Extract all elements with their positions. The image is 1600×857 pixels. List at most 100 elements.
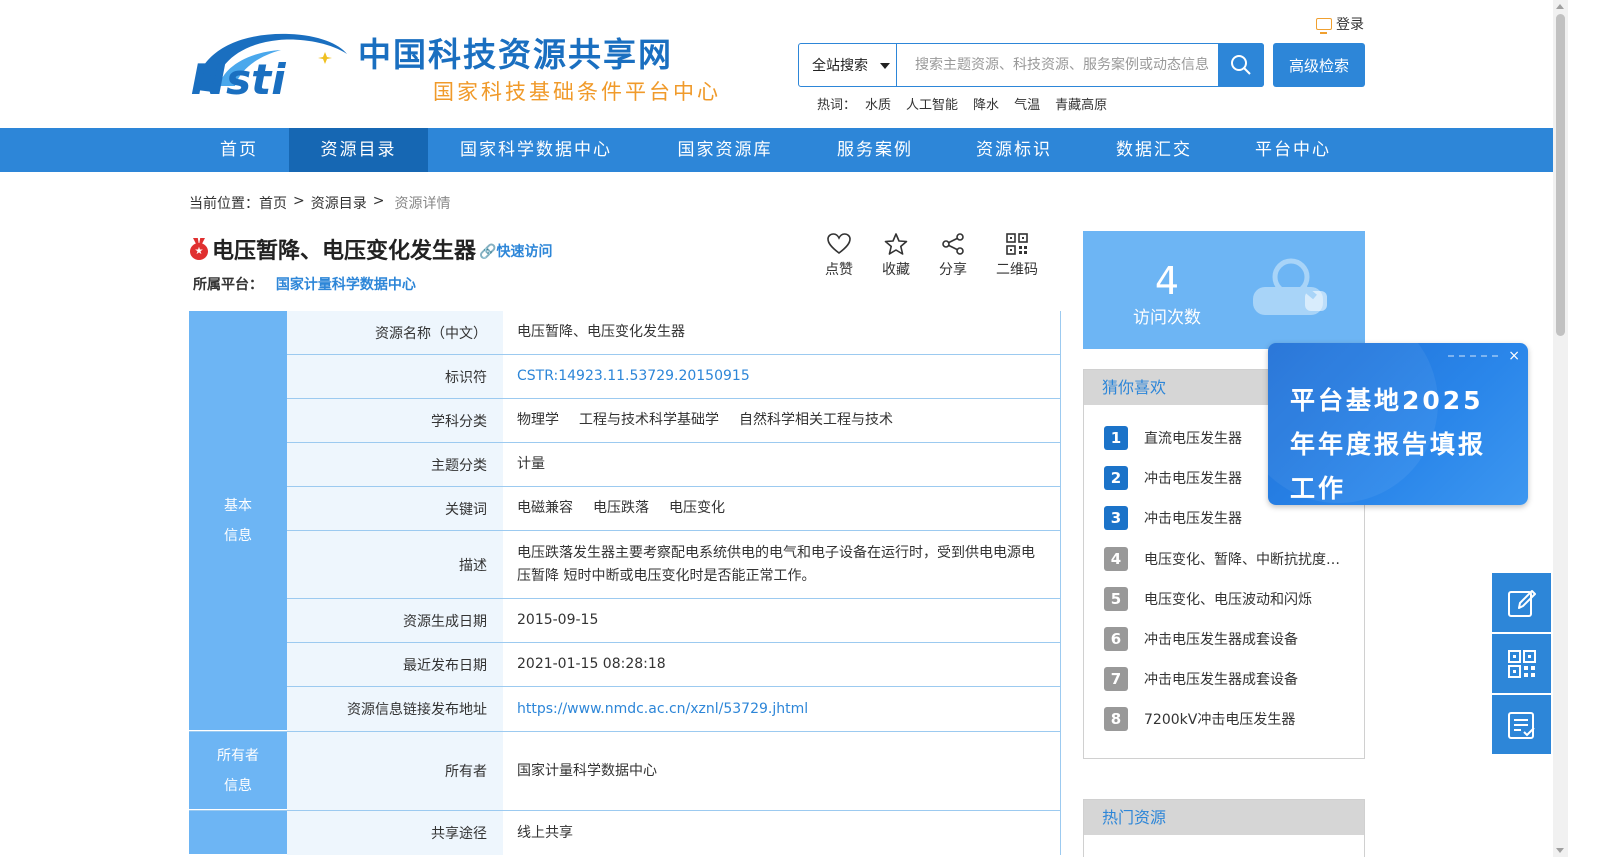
breadcrumb-home[interactable]: 首页 bbox=[259, 193, 287, 213]
hotword-item[interactable]: 降水 bbox=[973, 94, 999, 113]
site-title: 中国科技资源共享网 bbox=[358, 35, 673, 74]
list-item[interactable]: 5 电压变化、电压波动和闪烁 bbox=[1104, 587, 1340, 611]
list-item-text: 冲击电压发生器成套设备 bbox=[1144, 632, 1298, 648]
scroll-down-icon[interactable] bbox=[1556, 848, 1564, 853]
hotword-item[interactable]: 青藏高原 bbox=[1055, 94, 1107, 113]
nav-item-platform-center[interactable]: 平台中心 bbox=[1232, 128, 1354, 172]
header: Nsti 中国科技资源共享网 国家科技基础条件平台中心 登录 全站搜索 高级检索… bbox=[0, 0, 1584, 128]
list-item[interactable]: 7 冲击电压发生器成套设备 bbox=[1104, 667, 1340, 691]
hotword-item[interactable]: 水质 bbox=[865, 94, 891, 113]
row-value: 电压跌落发生器主要考察配电系统供电的电气和电子设备在运行时，受到供电电源电压暂降… bbox=[503, 531, 1061, 598]
rank-badge: 4 bbox=[1104, 547, 1128, 571]
row-label: 资源信息链接发布地址 bbox=[287, 687, 503, 731]
announcement-popup[interactable]: × 平台基地2025年年度报告填报工作 bbox=[1268, 343, 1528, 505]
share-button[interactable]: 分享 bbox=[928, 233, 978, 279]
favorite-label: 收藏 bbox=[882, 262, 910, 278]
site-subtitle: 国家科技基础条件平台中心 bbox=[433, 80, 721, 104]
nav-item-data-collection[interactable]: 数据汇交 bbox=[1093, 128, 1215, 172]
list-item[interactable]: 3 冲击电压发生器 bbox=[1104, 506, 1340, 530]
table-row: 资源信息链接发布地址 https://www.nmdc.ac.cn/xznl/5… bbox=[287, 687, 1061, 731]
survey-button[interactable] bbox=[1492, 695, 1551, 754]
list-item-text: 电压变化、电压波动和闪烁 bbox=[1144, 592, 1312, 608]
group-label-line: 基本 bbox=[224, 497, 252, 514]
rank-badge: 8 bbox=[1104, 707, 1128, 731]
scrollbar-thumb[interactable] bbox=[1556, 14, 1565, 336]
list-item[interactable]: 6 冲击电压发生器成套设备 bbox=[1104, 627, 1340, 651]
row-label: 学科分类 bbox=[287, 399, 503, 442]
table-row: 资源名称（中文） 电压暂降、电压变化发生器 bbox=[287, 311, 1061, 355]
advanced-search-button[interactable]: 高级检索 bbox=[1273, 43, 1365, 87]
resource-info-table: 基本 信息 资源名称（中文） 电压暂降、电压变化发生器 标识符 CSTR:149… bbox=[189, 311, 1061, 855]
subject-tag: 工程与技术科学基础学 bbox=[579, 412, 719, 428]
subject-tag: 自然科学相关工程与技术 bbox=[739, 412, 893, 428]
main-nav: 首页 资源目录 国家科学数据中心 国家资源库 服务案例 资源标识 数据汇交 平台… bbox=[0, 128, 1553, 172]
row-label: 描述 bbox=[287, 531, 503, 598]
platform-name-link[interactable]: 国家计量科学数据中心 bbox=[276, 277, 416, 293]
list-item[interactable]: 8 7200kV冲击电压发生器 bbox=[1104, 707, 1340, 731]
list-item-text: 冲击电压发生器成套设备 bbox=[1144, 672, 1298, 688]
nstl-logo[interactable]: Nsti bbox=[189, 30, 351, 98]
resource-title-bar: ★ 电压暂降、电压变化发生器 🔗快速访问 bbox=[189, 233, 552, 265]
row-value: 计量 bbox=[503, 443, 1061, 486]
qrcode-label: 二维码 bbox=[996, 262, 1038, 278]
resource-url-link[interactable]: https://www.nmdc.ac.cn/xznl/53729.jhtml bbox=[503, 687, 1061, 731]
row-value: 2021-01-15 08:28:18 bbox=[503, 643, 1061, 686]
table-row: 共享途径 线上共享 bbox=[287, 811, 1061, 855]
nav-item-resource-id[interactable]: 资源标识 bbox=[953, 128, 1075, 172]
announcement-text: 平台基地2025年年度报告填报工作 bbox=[1290, 386, 1487, 503]
share-label: 分享 bbox=[939, 262, 967, 278]
share-icon bbox=[942, 233, 964, 255]
qrcode-button[interactable]: 二维码 bbox=[992, 233, 1042, 279]
close-icon[interactable]: × bbox=[1508, 348, 1520, 364]
feedback-button[interactable] bbox=[1492, 573, 1551, 632]
nav-item-home[interactable]: 首页 bbox=[189, 128, 289, 172]
login-label: 登录 bbox=[1336, 17, 1364, 33]
side-qrcode-button[interactable] bbox=[1492, 634, 1551, 693]
hotword-item[interactable]: 人工智能 bbox=[906, 94, 958, 113]
heart-icon bbox=[827, 233, 851, 255]
qrcode-icon bbox=[1507, 649, 1536, 678]
like-button[interactable]: 点赞 bbox=[814, 233, 864, 279]
breadcrumb-catalog[interactable]: 资源目录 bbox=[311, 193, 367, 213]
table-row: 最近发布日期 2021-01-15 08:28:18 bbox=[287, 643, 1061, 687]
quick-visit-link[interactable]: 🔗快速访问 bbox=[479, 241, 552, 261]
monitor-icon bbox=[1316, 18, 1332, 34]
rank-badge: 1 bbox=[1104, 426, 1128, 450]
identifier-link[interactable]: CSTR:14923.11.53729.20150915 bbox=[503, 355, 1061, 398]
star-icon bbox=[884, 233, 908, 255]
visit-count-label: 访问次数 bbox=[1133, 308, 1201, 328]
vertical-scrollbar[interactable] bbox=[1553, 0, 1568, 857]
row-value: 线上共享 bbox=[503, 811, 1061, 855]
keyword-tag: 电压变化 bbox=[669, 500, 725, 516]
resource-title: 电压暂降、电压变化发生器 bbox=[212, 239, 477, 264]
link-icon: 🔗 bbox=[479, 244, 497, 260]
search-button[interactable] bbox=[1218, 43, 1264, 87]
subject-tag: 物理学 bbox=[517, 412, 559, 428]
login-link[interactable]: 登录 bbox=[1316, 14, 1364, 34]
search-input[interactable] bbox=[897, 44, 1218, 86]
group-label-basic: 基本 信息 bbox=[189, 311, 287, 731]
nav-item-resource-catalog[interactable]: 资源目录 bbox=[289, 128, 428, 172]
keyword-tag: 电磁兼容 bbox=[517, 500, 573, 516]
search-scope-select[interactable]: 全站搜索 bbox=[799, 44, 897, 86]
hotwords-label: 热词： bbox=[817, 98, 857, 113]
medal-icon: ★ bbox=[189, 238, 209, 260]
nav-item-science-data-center[interactable]: 国家科学数据中心 bbox=[442, 128, 630, 172]
favorite-button[interactable]: 收藏 bbox=[871, 233, 921, 279]
table-row: 标识符 CSTR:14923.11.53729.20150915 bbox=[287, 355, 1061, 399]
scroll-up-icon[interactable] bbox=[1556, 4, 1564, 9]
owner-info-group: 所有者 信息 所有者 国家计量科学数据中心 bbox=[189, 732, 1061, 811]
row-label: 标识符 bbox=[287, 355, 503, 398]
nav-item-resource-library[interactable]: 国家资源库 bbox=[664, 128, 786, 172]
platform-label: 所属平台： bbox=[193, 277, 263, 293]
hotword-item[interactable]: 气温 bbox=[1014, 94, 1040, 113]
search-box: 全站搜索 bbox=[798, 43, 1264, 87]
table-row: 资源生成日期 2015-09-15 bbox=[287, 599, 1061, 643]
rank-badge: 5 bbox=[1104, 587, 1128, 611]
nav-item-service-cases[interactable]: 服务案例 bbox=[814, 128, 936, 172]
search-scope-value: 全站搜索 bbox=[812, 58, 868, 74]
list-item-text: 电压变化、暂降、中断抗扰度试验 bbox=[1144, 552, 1340, 568]
keyword-tag: 电压跌落 bbox=[593, 500, 649, 516]
visit-count-card: 4 访问次数 bbox=[1083, 231, 1365, 349]
list-item[interactable]: 4 电压变化、暂降、中断抗扰度试验 bbox=[1104, 547, 1340, 571]
